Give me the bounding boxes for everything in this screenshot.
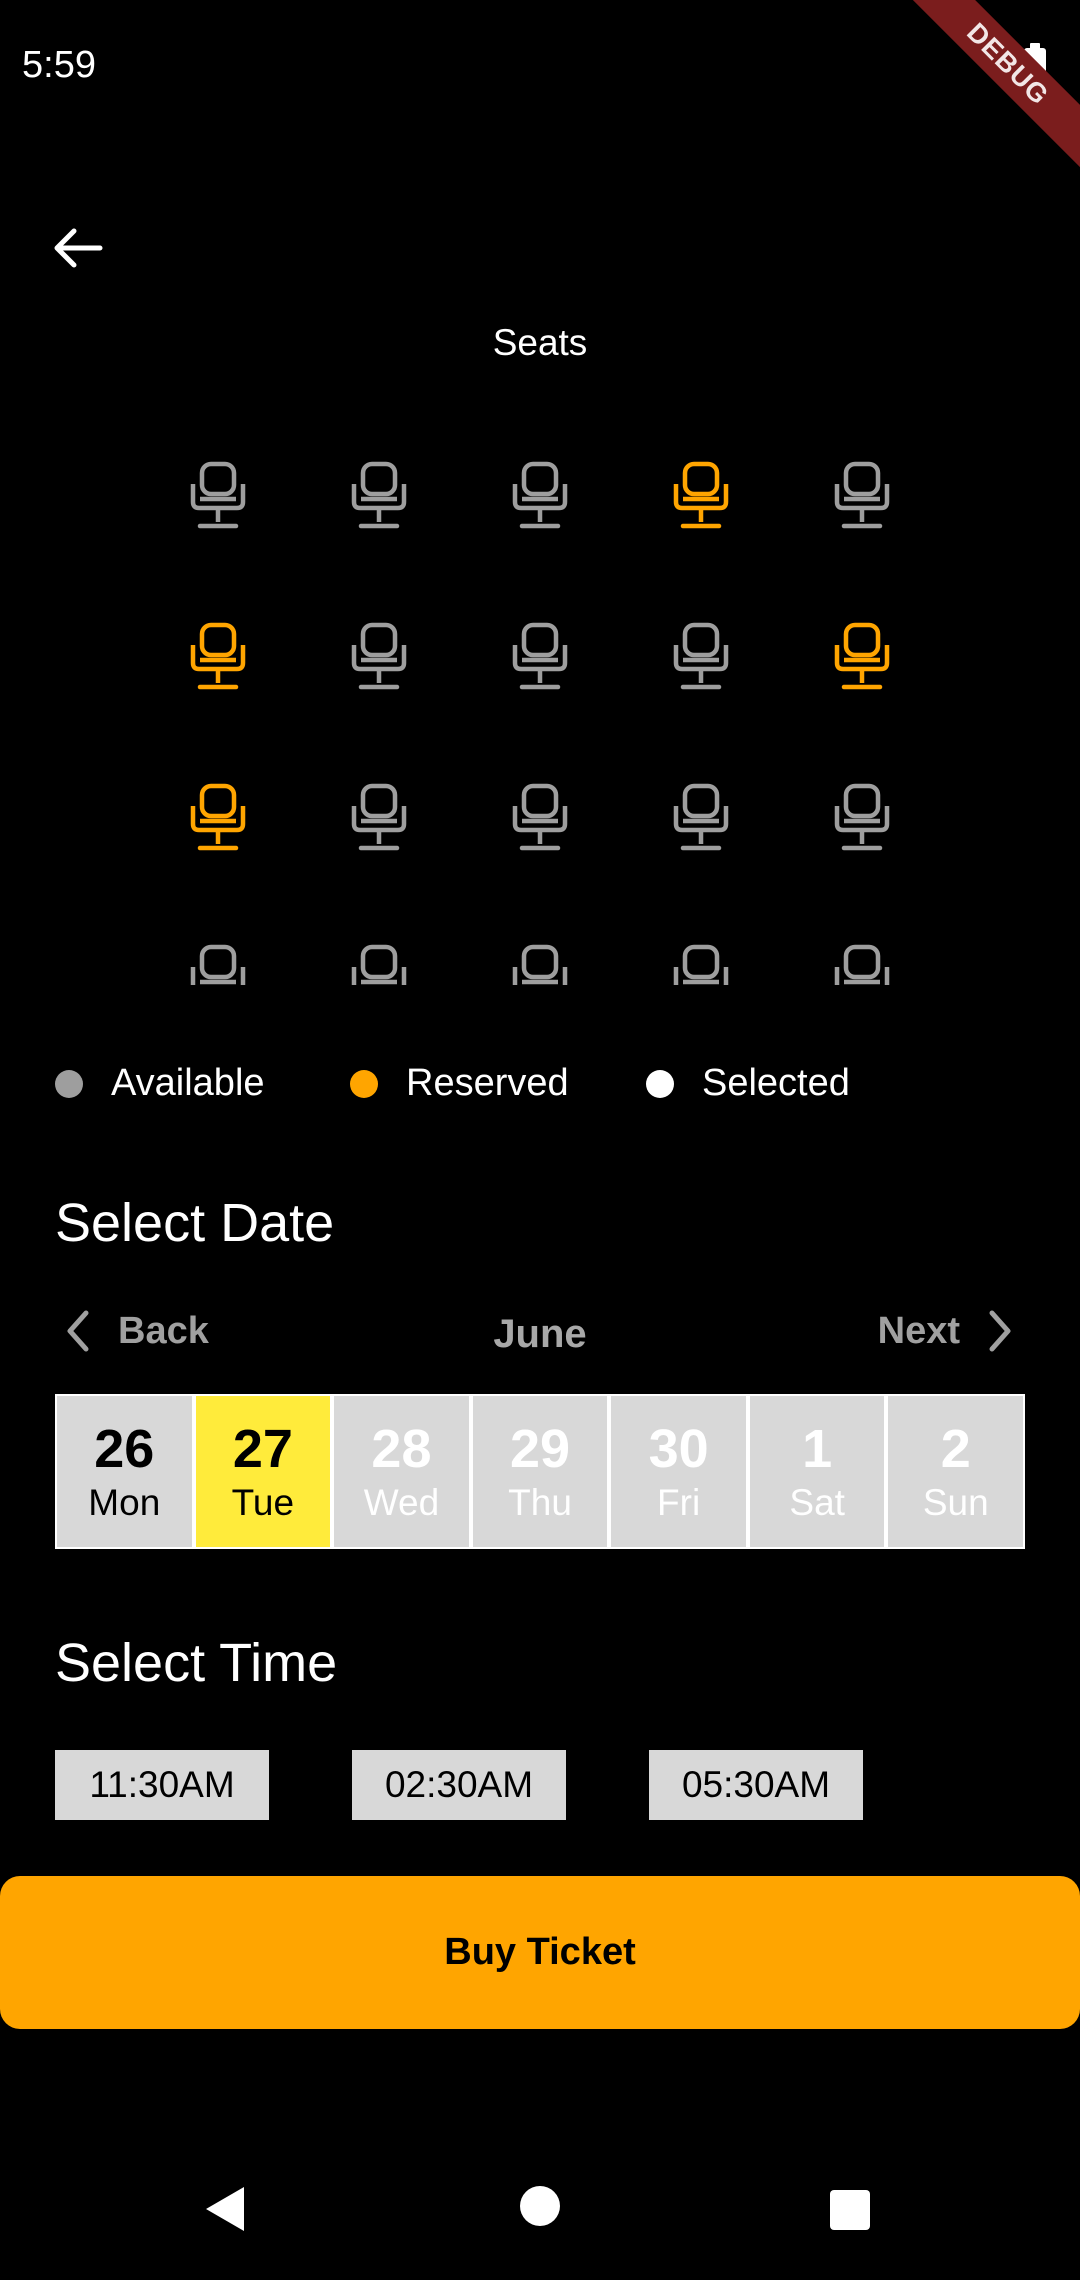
time-slot-button[interactable]: 11:30AM <box>55 1750 269 1820</box>
system-back-icon[interactable] <box>204 2185 246 2238</box>
select-date-heading: Select Date <box>55 1193 335 1253</box>
date-weekday: Tue <box>231 1481 295 1523</box>
seat-icon[interactable] <box>510 943 570 985</box>
seat-icon[interactable] <box>349 460 409 532</box>
seat-icon[interactable] <box>832 621 892 693</box>
seat-icon[interactable] <box>671 621 731 693</box>
seat-icon[interactable] <box>510 782 570 854</box>
date-cell[interactable]: 30 Fri <box>611 1396 746 1547</box>
legend-available: Available <box>55 1062 265 1105</box>
system-recents-icon[interactable] <box>829 2189 871 2236</box>
date-weekday: Thu <box>508 1481 572 1523</box>
seat-icon[interactable] <box>188 943 248 985</box>
legend-label: Selected <box>702 1062 850 1104</box>
month-navigation: Back June Next <box>0 1305 1080 1365</box>
available-dot-icon <box>55 1069 83 1098</box>
seat-icon[interactable] <box>671 782 731 854</box>
date-cell[interactable]: 26 Mon <box>57 1396 192 1547</box>
seat-icon[interactable] <box>671 460 731 532</box>
date-cell[interactable]: 1 Sat <box>749 1396 885 1547</box>
buy-ticket-button[interactable]: Buy Ticket <box>0 1876 1080 2029</box>
seat-icon[interactable] <box>188 460 248 532</box>
date-strip: 26 Mon 27 Tue 28 Wed 29 Thu 30 Fri 1 Sat… <box>55 1394 1025 1549</box>
date-number: 30 <box>648 1418 709 1479</box>
reserved-dot-icon <box>350 1069 378 1098</box>
seat-icon[interactable] <box>188 621 248 693</box>
selected-dot-icon <box>646 1069 674 1098</box>
system-home-icon[interactable] <box>519 2185 561 2232</box>
legend-reserved: Reserved <box>350 1062 569 1105</box>
date-cell[interactable]: 2 Sun <box>888 1396 1024 1547</box>
date-weekday: Wed <box>363 1481 440 1523</box>
seat-icon[interactable] <box>349 943 409 985</box>
date-number: 28 <box>371 1418 432 1479</box>
time-slot-button[interactable]: 05:30AM <box>649 1750 863 1820</box>
date-number: 1 <box>802 1418 833 1479</box>
seat-icon[interactable] <box>349 782 409 854</box>
date-number: 2 <box>940 1418 971 1479</box>
seat-icon[interactable] <box>510 621 570 693</box>
chevron-right-icon <box>989 1310 1011 1352</box>
legend-selected: Selected <box>646 1062 850 1105</box>
next-month-button[interactable]: Next <box>878 1305 1020 1357</box>
seat-legend: Available Reserved Selected <box>0 1062 1080 1112</box>
seat-icon[interactable] <box>671 943 731 985</box>
seat-grid <box>0 0 1080 985</box>
seat-icon[interactable] <box>349 621 409 693</box>
seat-icon[interactable] <box>188 782 248 854</box>
date-weekday: Sat <box>789 1481 845 1523</box>
date-number: 27 <box>232 1418 293 1479</box>
date-weekday: Sun <box>922 1481 989 1523</box>
select-time-heading: Select Time <box>55 1633 338 1693</box>
date-cell[interactable]: 29 Thu <box>472 1396 608 1547</box>
seat-icon[interactable] <box>510 460 570 532</box>
time-slot-button[interactable]: 02:30AM <box>352 1750 566 1820</box>
date-weekday: Mon <box>88 1481 161 1523</box>
date-number: 29 <box>509 1418 571 1479</box>
seat-icon[interactable] <box>832 943 892 985</box>
date-cell[interactable]: 28 Wed <box>334 1396 469 1547</box>
legend-label: Available <box>111 1062 265 1104</box>
seat-icon[interactable] <box>832 460 892 532</box>
date-weekday: Fri <box>657 1481 701 1523</box>
legend-label: Reserved <box>406 1062 569 1104</box>
next-label: Next <box>877 1309 960 1352</box>
date-number: 26 <box>94 1418 155 1479</box>
seat-icon[interactable] <box>832 782 892 854</box>
date-cell-selected[interactable]: 27 Tue <box>195 1396 331 1547</box>
